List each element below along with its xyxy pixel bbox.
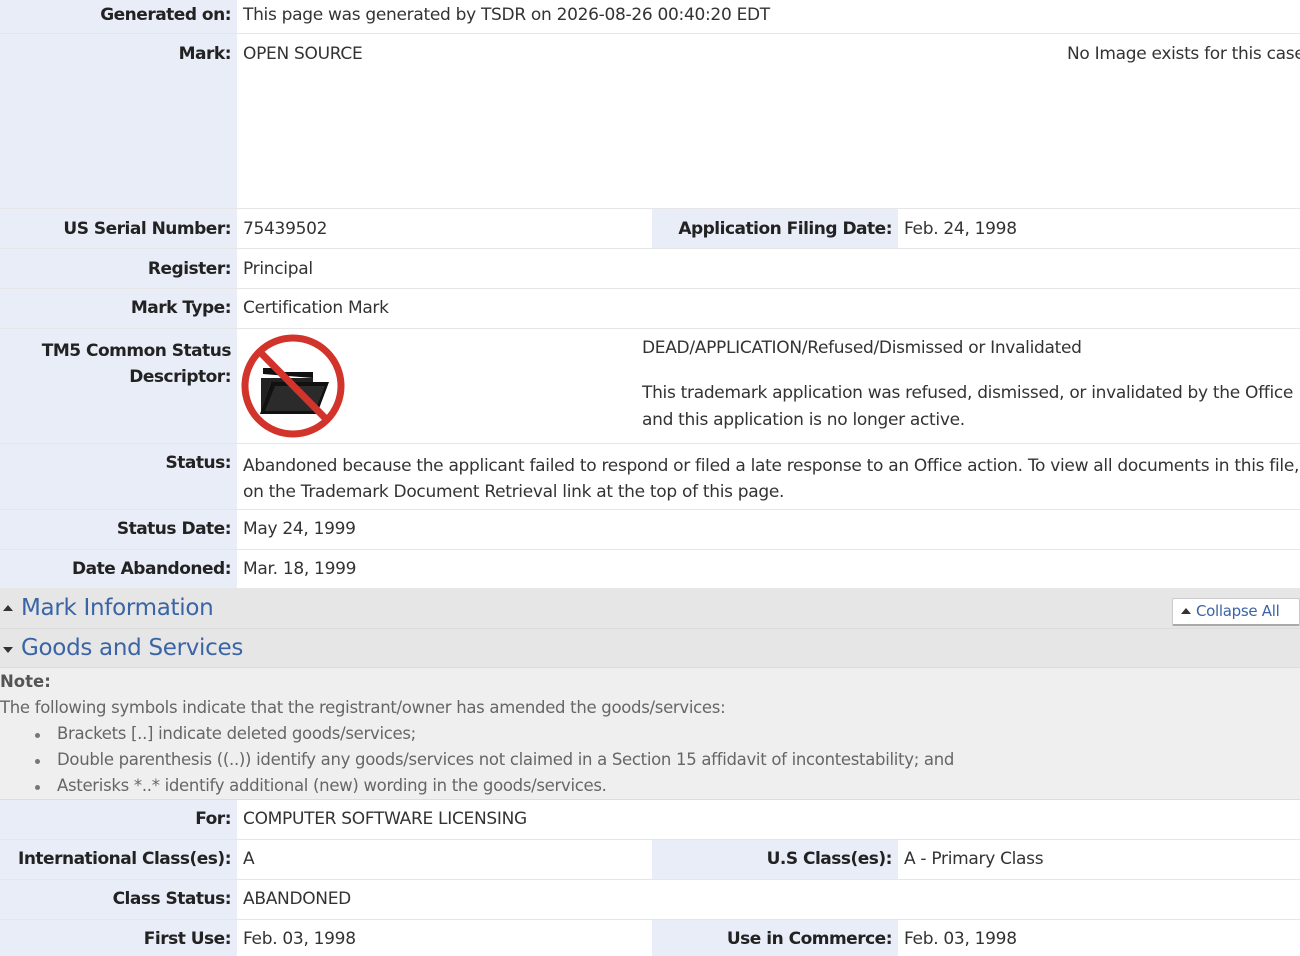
mark-label: Mark: [0,34,237,208]
collapse-triangle-up-icon[interactable] [3,605,13,611]
dead-application-folder-icon [241,334,345,438]
us-class-label: U.S Class(es): [652,840,898,879]
use-in-commerce-label: Use in Commerce: [652,920,898,956]
note-item: Double parenthesis ((..)) identify any g… [57,750,955,769]
generated-on-value: This page was generated by TSDR on 2026-… [243,5,770,25]
no-image-text: No Image exists for this case [1067,44,1300,64]
date-abandoned-row: Date Abandoned: Mar. 18, 1999 [0,550,1300,589]
mark-type-value: Certification Mark [243,298,389,318]
goods-for-label: For: [0,800,237,839]
mark-information-title[interactable]: Mark Information [21,595,214,621]
us-class-value: A - Primary Class [904,849,1044,869]
mark-type-label: Mark Type: [0,289,237,328]
tm5-label: TM5 Common Status Descriptor: [0,329,237,443]
date-abandoned-label: Date Abandoned: [0,550,237,588]
bullet-icon [35,733,40,738]
first-use-row: First Use: Feb. 03, 1998 Use in Commerce… [0,920,1300,956]
goods-services-section-header[interactable]: Goods and Services [0,629,1300,668]
international-class-value: A [243,849,255,869]
tm5-label-line1: TM5 Common Status [41,341,232,361]
status-value-line1: Abandoned because the applicant failed t… [243,456,1300,476]
goods-for-value: COMPUTER SOFTWARE LICENSING [243,809,527,829]
goods-for-row: For: COMPUTER SOFTWARE LICENSING [0,800,1300,840]
international-class-label: International Class(es): [0,840,237,879]
classes-row: International Class(es): A U.S Class(es)… [0,840,1300,880]
note-item: Asterisks *..* identify additional (new)… [57,776,607,795]
mark-information-section-header[interactable]: Mark Information Collapse All [0,589,1300,629]
bullet-icon [35,785,40,790]
generated-on-row: Generated on: This page was generated by… [0,0,1300,34]
class-status-label: Class Status: [0,880,237,919]
class-status-row: Class Status: ABANDONED [0,880,1300,920]
serial-row: US Serial Number: 75439502 Application F… [0,209,1300,249]
register-label: Register: [0,249,237,288]
mark-value: OPEN SOURCE [243,44,363,64]
status-date-value: May 24, 1999 [243,519,356,539]
generated-on-label: Generated on: [0,0,237,33]
serial-label: US Serial Number: [0,209,237,248]
status-row: Status: Abandoned because the applicant … [0,444,1300,510]
date-abandoned-value: Mar. 18, 1999 [243,559,357,579]
collapse-all-button[interactable]: Collapse All [1172,598,1300,626]
triangle-up-icon [1181,608,1191,614]
tm5-row: TM5 Common Status Descriptor: DEAD/APPLI… [0,329,1300,444]
tm5-label-line2: Descriptor: [129,367,231,387]
amendment-note: Note: The following symbols indicate tha… [0,668,1300,800]
note-heading: Note: [0,672,51,691]
register-row: Register: Principal [0,249,1300,289]
mark-row: Mark: OPEN SOURCE No Image exists for th… [0,34,1300,209]
first-use-value: Feb. 03, 1998 [243,929,356,949]
register-value: Principal [243,259,313,279]
collapse-all-label: Collapse All [1196,602,1280,620]
note-intro: The following symbols indicate that the … [0,698,726,717]
use-in-commerce-value: Feb. 03, 1998 [904,929,1017,949]
tm5-status-desc-line2: and this application is no longer active… [642,410,965,430]
bullet-icon [35,759,40,764]
status-value: Abandoned because the applicant failed t… [243,453,1300,505]
tm5-status-description: This trademark application was refused, … [642,380,1293,434]
status-label: Status: [0,444,237,509]
class-status-value: ABANDONED [243,889,351,909]
mark-type-row: Mark Type: Certification Mark [0,289,1300,329]
status-date-label: Status Date: [0,510,237,549]
first-use-label: First Use: [0,920,237,956]
status-value-line2: on the Trademark Document Retrieval link… [243,482,785,502]
filing-date-label: Application Filing Date: [652,209,898,248]
note-item: Brackets [..] indicate deleted goods/ser… [57,724,416,743]
filing-date-value: Feb. 24, 1998 [904,219,1017,239]
expand-triangle-down-icon[interactable] [3,647,13,653]
serial-value: 75439502 [243,219,328,239]
tm5-status-title: DEAD/APPLICATION/Refused/Dismissed or In… [642,338,1082,358]
tm5-status-desc-line1: This trademark application was refused, … [642,383,1294,403]
status-date-row: Status Date: May 24, 1999 [0,510,1300,550]
goods-services-title[interactable]: Goods and Services [21,635,243,661]
